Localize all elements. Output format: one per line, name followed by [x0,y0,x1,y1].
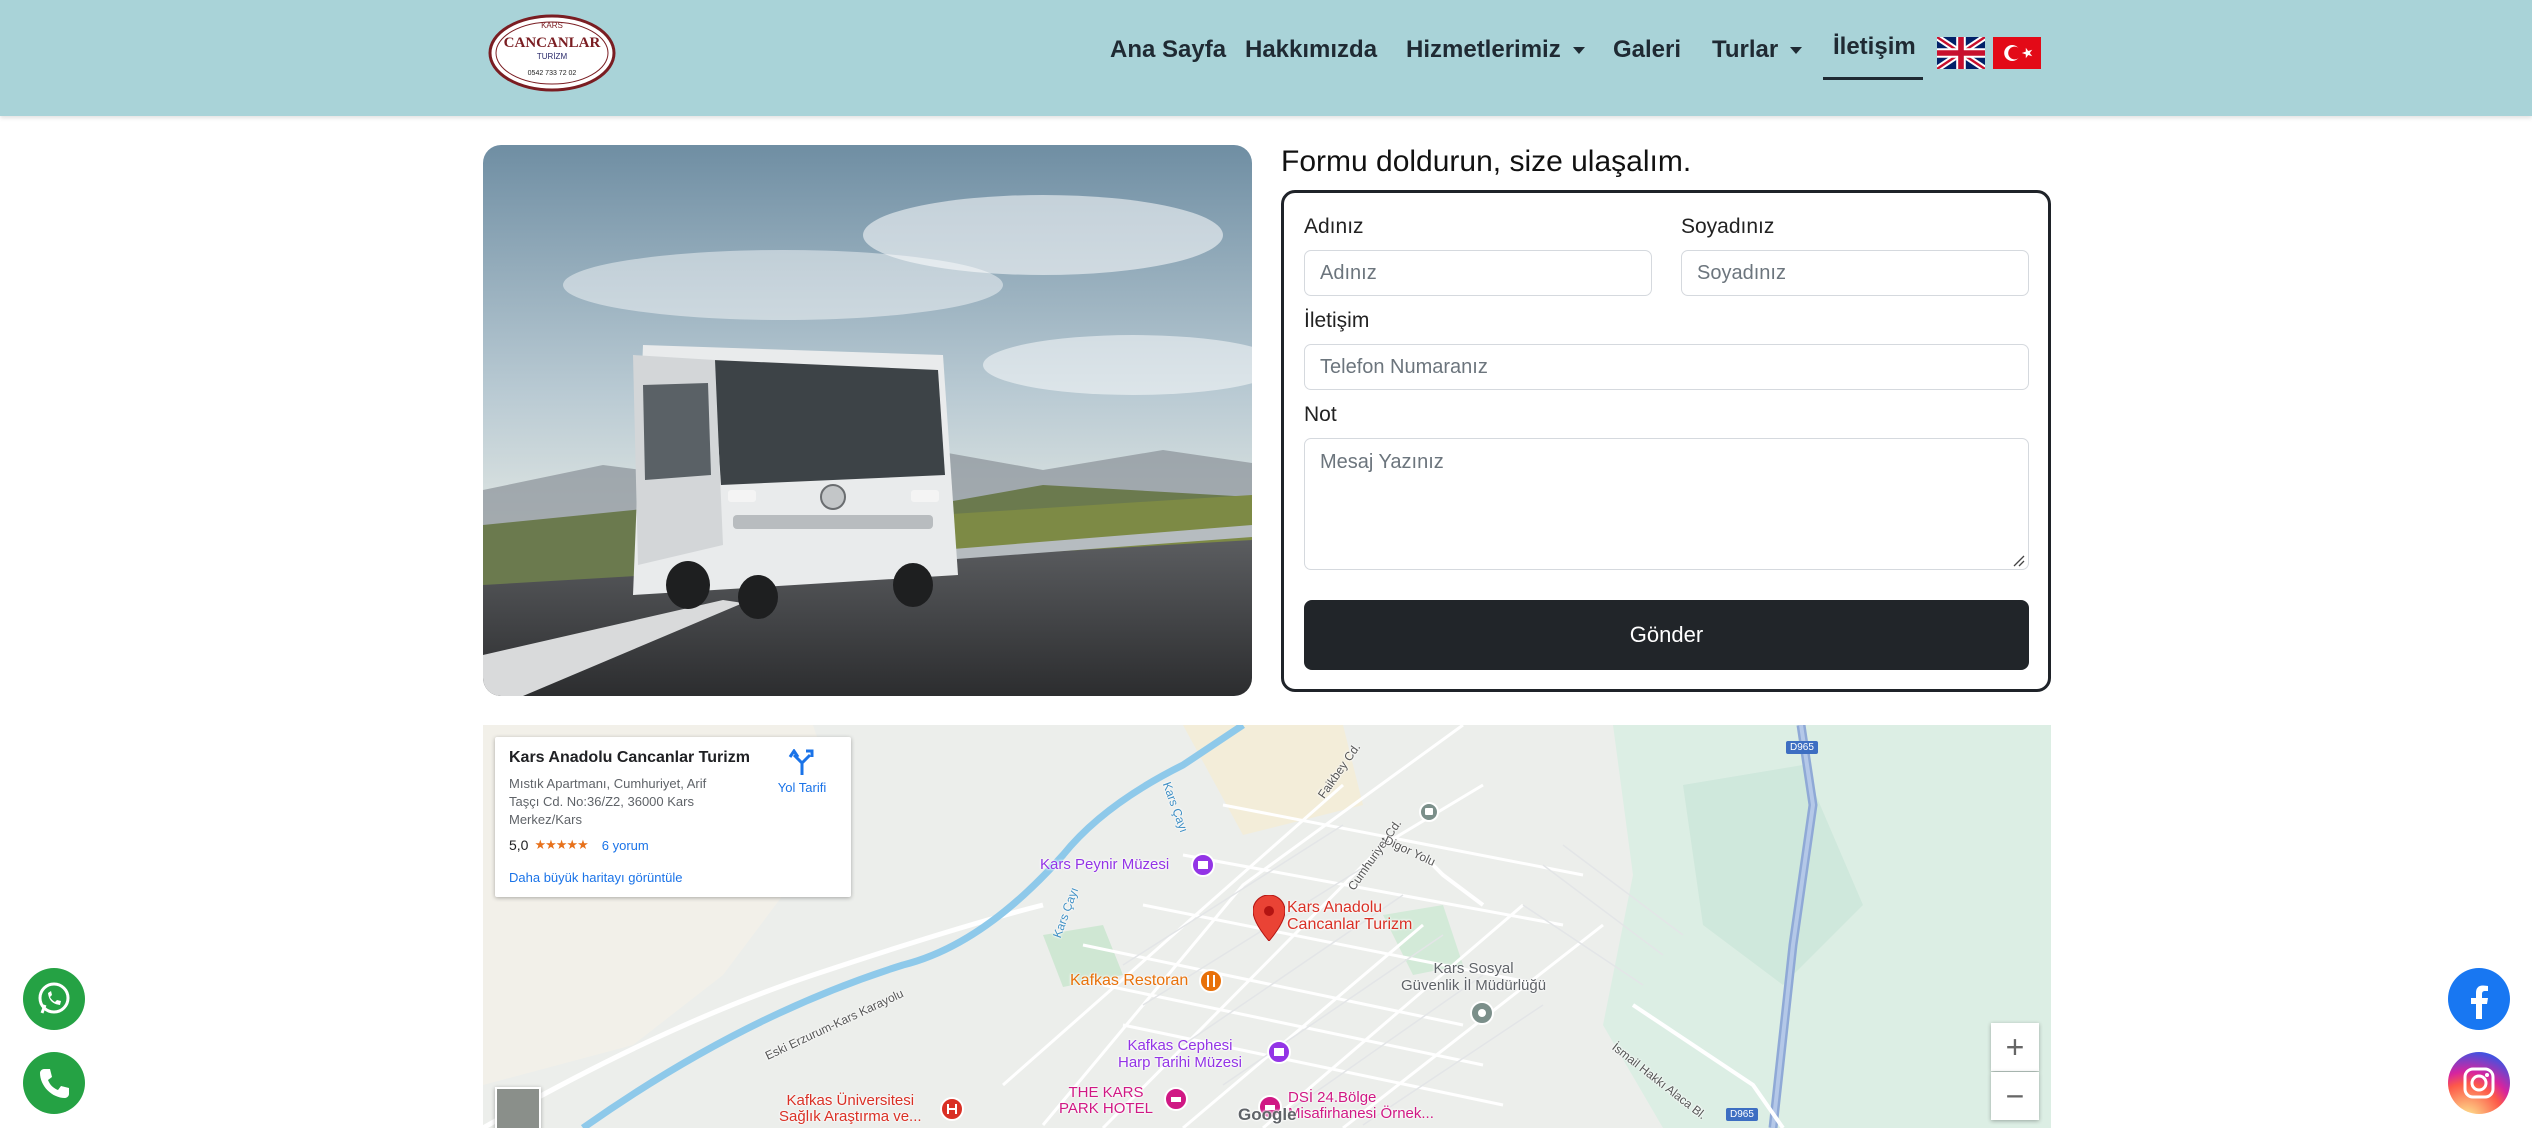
phone-call-button[interactable] [23,1052,85,1114]
instagram-button[interactable] [2448,1052,2510,1114]
marker-label-line1: Kars Anadolu [1287,899,1383,916]
english-flag-icon[interactable] [1937,37,1985,69]
resize-handle-icon[interactable] [2013,555,2025,567]
nav-active-indicator [1823,77,1923,80]
map-label-university: Kafkas Üniversitesi Sağlık Araştırma ve..… [779,1093,922,1125]
rating-stars-icon: ★★★★★ [534,837,588,852]
logo-top-text: KARS [541,21,563,30]
note-label: Not [1304,403,1337,426]
map-label-harp-museum: Kafkas Cephesi Harp Tarihi Müzesi [1118,1037,1242,1071]
hospital-pin-icon[interactable] [940,1097,964,1121]
map-label-dsi: DSİ 24.Bölge Misafirhanesi Örnek... [1288,1090,1434,1122]
directions-icon [788,748,814,775]
turkish-flag-icon[interactable] [1993,37,2041,69]
google-logo: Google [1238,1105,1297,1124]
map-label-harp-line2: Harp Tarihi Müzesi [1118,1054,1242,1071]
map-label-harp-line1: Kafkas Cephesi [1127,1037,1233,1054]
nav-gallery[interactable]: Galeri [1613,36,1681,64]
navbar: KARS CANCANLAR TURİZM 0542 733 72 02 Ana… [0,0,2532,116]
whatsapp-button[interactable] [23,968,85,1030]
message-textarea[interactable] [1304,438,2029,570]
phone-icon [40,1069,69,1098]
satellite-toggle[interactable] [495,1087,541,1128]
museum-pin-icon[interactable] [1267,1040,1291,1064]
map-label-hotel-line2: PARK HOTEL [1059,1100,1153,1117]
nav-services-label: Hizmetlerimiz [1406,36,1561,63]
last-name-label: Soyadınız [1681,215,1775,238]
nav-home-label: Ana Sayfa [1110,36,1227,63]
road-shield-d965-bottom: D965 [1726,1108,1758,1121]
form-title: Formu doldurun, size ulaşalım. [1281,145,1692,178]
hotel-pin-icon[interactable] [1164,1087,1188,1111]
map-label-dsi-line1: DSİ 24.Bölge [1288,1089,1377,1106]
map-label-security-line2: Güvenlik İl Müdürlüğü [1401,977,1547,994]
facebook-button[interactable] [2448,968,2510,1030]
nav-tours-dropdown[interactable]: Turlar [1712,36,1803,64]
directions-button[interactable]: Yol Tarifi [767,748,837,795]
whatsapp-icon [38,982,70,1014]
zoom-out-button[interactable]: − [1991,1072,2039,1120]
restaurant-pin-icon[interactable] [1199,969,1223,993]
map-label-university-line2: Sağlık Araştırma ve... [779,1108,922,1125]
first-name-input[interactable] [1304,250,1652,296]
map-label-security-line1: Kars Sosyal [1433,960,1514,977]
google-map-embed[interactable]: Kars Peynir Müzesi Kafkas Restoran Kars … [483,725,2051,1128]
road-shield-d965-top: D965 [1786,741,1818,754]
map-marker-label: Kars Anadolu Cancanlar Turizm [1287,899,1412,933]
nav-home[interactable]: Ana Sayfa [1110,36,1226,64]
map-label-museum: Kars Peynir Müzesi [1040,856,1170,873]
company-logo[interactable]: KARS CANCANLAR TURİZM 0542 733 72 02 [487,14,617,92]
map-label-hotel: THE KARS PARK HOTEL [1059,1085,1153,1117]
contact-label: İletişim [1304,309,1370,332]
place-rating: 5,0 ★★★★★ 6 yorum [509,837,649,853]
phone-input[interactable] [1304,344,2029,390]
map-info-card: Kars Anadolu Cancanlar Turizm Mıstık Apa… [495,737,851,897]
logo-sub-text: TURİZM [537,52,568,61]
larger-map-link[interactable]: Daha büyük haritayı görüntüle [509,870,682,885]
caret-down-icon [1790,46,1803,54]
bus-hero-image [483,145,1252,696]
nav-contact[interactable]: İletişim [1833,33,1916,61]
map-label-hotel-line1: THE KARS [1068,1084,1144,1101]
submit-button[interactable]: Gönder [1304,600,2029,670]
nav-about-label: Hakkımızda [1245,36,1378,63]
map-label-dsi-line2: Misafirhanesi Örnek... [1288,1105,1434,1122]
directions-label: Yol Tarifi [777,780,827,795]
first-name-label: Adınız [1304,215,1364,238]
logo-main-text: CANCANLAR [504,35,601,51]
facebook-icon [2471,985,2488,1019]
transit-stop-icon[interactable] [1419,802,1439,822]
place-name: Kars Anadolu Cancanlar Turizm [509,749,750,766]
instagram-icon [2463,1067,2495,1099]
nav-gallery-label: Galeri [1613,36,1682,63]
nav-about[interactable]: Hakkımızda [1245,36,1377,64]
marker-label-line2: Cancanlar Turizm [1287,916,1413,933]
map-label-university-line1: Kafkas Üniversitesi [786,1092,915,1109]
nav-tours-label: Turlar [1712,36,1779,63]
map-label-restaurant: Kafkas Restoran [1070,972,1189,989]
nav-contact-label: İletişim [1833,33,1916,60]
map-label-security: Kars Sosyal Güvenlik İl Müdürlüğü [1401,960,1546,994]
zoom-in-button[interactable]: + [1991,1023,2039,1071]
place-address: Mıstık Apartmanı, Cumhuriyet, Arif Taşçı… [509,776,707,827]
last-name-input[interactable] [1681,250,2029,296]
rating-value: 5,0 [509,837,529,853]
location-marker-icon[interactable] [1253,895,1285,941]
caret-down-icon [1572,46,1585,54]
government-pin-icon[interactable] [1470,1001,1494,1025]
reviews-link[interactable]: 6 yorum [602,838,649,853]
museum-pin-icon[interactable] [1191,853,1215,877]
nav-services-dropdown[interactable]: Hizmetlerimiz [1406,36,1585,64]
logo-phone: 0542 733 72 02 [528,70,577,77]
